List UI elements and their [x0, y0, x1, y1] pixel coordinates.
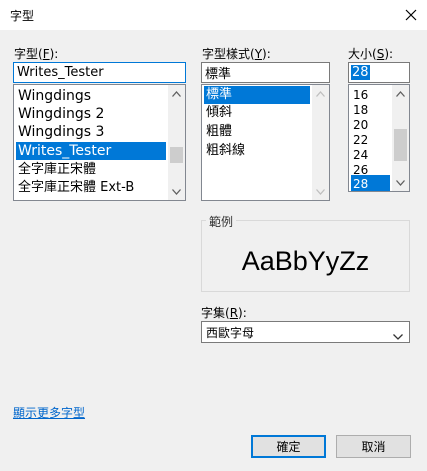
style-item-bold-italic[interactable]: 粗斜線 — [204, 142, 245, 160]
font-item-writes-tester[interactable]: Writes_Tester — [16, 142, 166, 160]
font-list[interactable]: Wingdings Wingdings 2 Wingdings 3 Writes… — [13, 84, 186, 201]
chevron-up-icon[interactable] — [392, 85, 409, 102]
font-list-scrollbar[interactable] — [168, 85, 185, 200]
size-list[interactable]: 16 18 20 22 24 26 28 — [348, 84, 410, 192]
cancel-button[interactable]: 取消 — [336, 435, 411, 458]
script-dropdown-value: 西歐字母 — [206, 325, 255, 340]
close-icon[interactable] — [400, 4, 422, 26]
font-label: 字型(F): — [14, 47, 59, 61]
sample-text: AaBbYyZz — [241, 246, 370, 276]
dialog-title: 字型 — [10, 9, 35, 23]
size-input[interactable]: 28 — [348, 62, 410, 83]
chevron-down-icon[interactable] — [312, 183, 329, 200]
size-label: 大小(S): — [348, 47, 394, 61]
script-dropdown[interactable]: 西歐字母 — [201, 321, 410, 343]
chevron-down-icon[interactable] — [168, 183, 185, 200]
title-bar — [0, 0, 427, 30]
style-item-bold[interactable]: 粗體 — [204, 123, 232, 141]
font-input[interactable]: Writes_Tester — [13, 62, 186, 83]
font-item-quanziku-zhengsong-extb[interactable]: 全字庫正宋體 Ext-B — [16, 179, 134, 197]
style-input[interactable]: 標準 — [201, 62, 330, 83]
style-list-scrollbar[interactable] — [312, 85, 329, 200]
script-label: 字集(R): — [201, 306, 247, 320]
size-item-28[interactable]: 28 — [351, 175, 390, 191]
size-list-scrollbar[interactable] — [392, 85, 409, 191]
style-list[interactable]: 標準 傾斜 粗體 粗斜線 — [201, 84, 330, 201]
font-item-wingdings-3[interactable]: Wingdings 3 — [16, 123, 104, 141]
chevron-down-icon — [393, 329, 403, 343]
chevron-down-icon[interactable] — [392, 174, 409, 191]
font-item-quanziku-zhengsong[interactable]: 全字庫正宋體 — [16, 161, 96, 179]
chevron-up-icon[interactable] — [168, 85, 185, 102]
font-item-wingdings-2[interactable]: Wingdings 2 — [16, 105, 104, 123]
font-item-wingdings[interactable]: Wingdings — [16, 87, 91, 105]
style-item-italic[interactable]: 傾斜 — [204, 104, 232, 122]
font-list-scroll-thumb[interactable] — [170, 147, 183, 163]
ok-button[interactable]: 確定 — [251, 435, 326, 458]
style-item-regular[interactable]: 標準 — [204, 86, 310, 104]
size-list-scroll-thumb[interactable] — [394, 129, 407, 161]
show-more-fonts-link[interactable]: 顯示更多字型 — [13, 404, 85, 421]
style-label: 字型樣式(Y): — [202, 47, 271, 61]
chevron-up-icon[interactable] — [312, 85, 329, 102]
sample-label: 範例 — [206, 213, 237, 230]
